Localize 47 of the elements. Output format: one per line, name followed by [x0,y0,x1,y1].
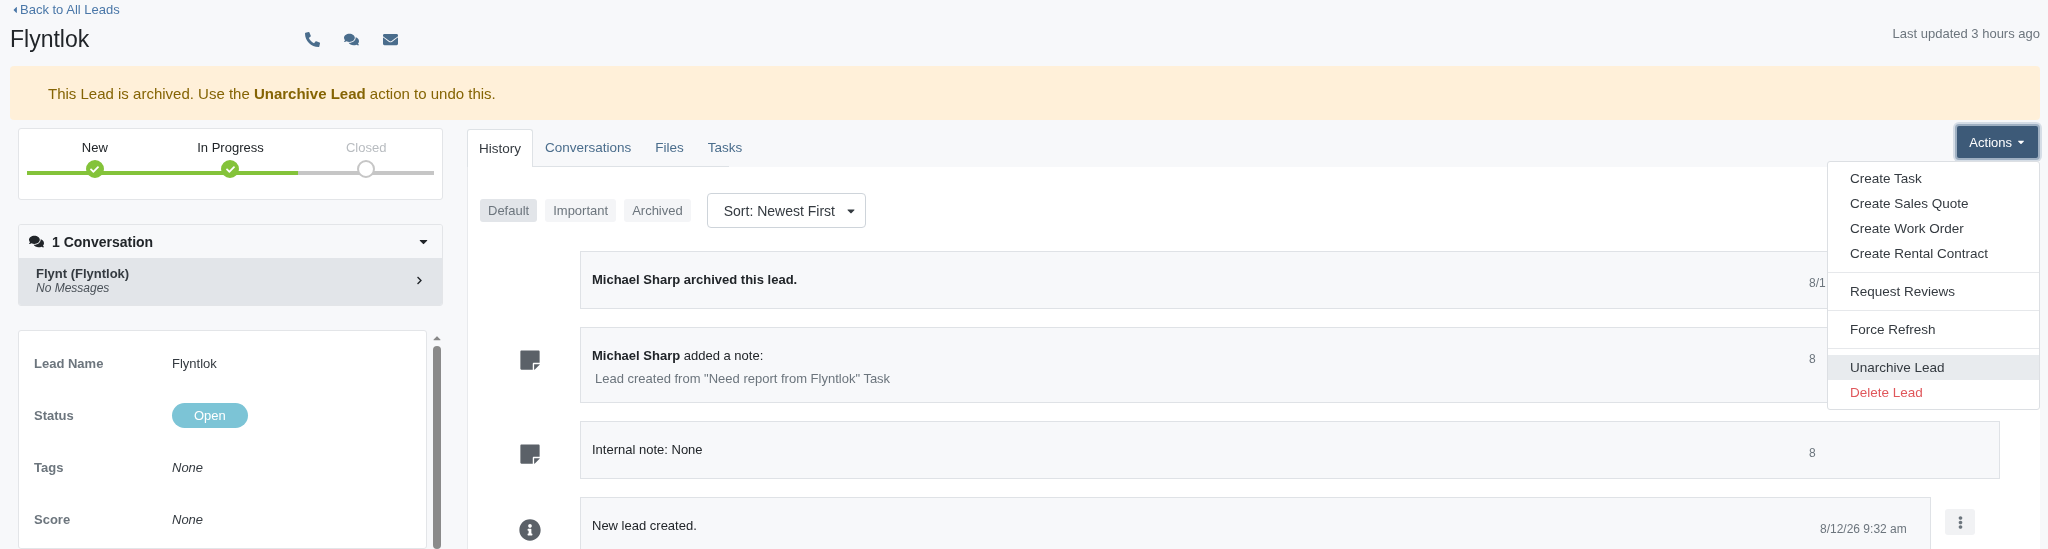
entry-timestamp: 8/12/26 9:32 am [1820,522,1907,536]
filter-chip[interactable]: Default [480,199,538,222]
archived-banner: This Lead is archived. Use the Unarchive Lead action to undo this. [10,66,2040,120]
info-icon [519,519,541,541]
conversation-item[interactable]: Flynt (Flyntlok) No Messages [19,258,442,305]
more-options-button[interactable] [1945,509,1975,535]
sort-select[interactable]: Sort: Newest First [706,193,866,228]
status-badge: Open [172,402,248,428]
field-label: Lead Name [34,355,105,371]
tab[interactable]: Conversations [533,128,644,166]
entry-text: Michael Sharp archived this lead. [592,272,799,287]
conversation-name: Flynt (Flyntlok) [36,266,131,281]
step-label: In Progress [197,140,264,155]
chat-icon[interactable] [344,31,359,47]
chevron-right-icon [415,276,424,285]
page-title: Flyntlok [10,25,91,53]
step-label: New [81,140,108,155]
scrollbar-thumb[interactable] [433,346,441,549]
note-icon [519,349,541,371]
step-label: Closed [345,140,387,155]
tab[interactable]: Files [643,128,696,166]
field-label: Status [34,407,75,423]
conversation-status: No Messages [36,281,111,295]
last-updated-text: Last updated 3 hours ago [1892,26,2040,43]
entry-timestamp: 8/1 [1809,276,1826,290]
entry-detail: Lead created from "Need report from Flyntlok" Task [594,371,892,386]
field-label: Tags [34,459,65,475]
chat-icon [29,234,44,249]
field-value: None [172,511,205,527]
menu-item[interactable]: Unarchive Lead [1828,355,2039,380]
entry-text: Michael Sharp added a note: [592,348,765,363]
back-link[interactable]: Back to All Leads [10,2,422,17]
filter-chip[interactable]: Archived [624,199,691,222]
tab[interactable]: History [467,129,533,167]
actions-button[interactable]: Actions [1955,124,2040,160]
entry-text: New lead created. [592,518,698,533]
entry-timestamp: 8 [1809,352,1816,366]
phone-icon[interactable] [305,31,320,47]
filter-chip[interactable]: Important [545,199,617,222]
note-icon [519,443,541,465]
entry-timestamp: 8 [1809,446,1816,460]
field-value: Flyntlok [172,355,218,371]
field-label: Score [34,511,72,527]
entry-text: Internal note: None [592,442,704,457]
email-icon[interactable] [383,31,398,47]
tab[interactable]: Tasks [695,128,755,166]
field-value: None [172,459,205,475]
